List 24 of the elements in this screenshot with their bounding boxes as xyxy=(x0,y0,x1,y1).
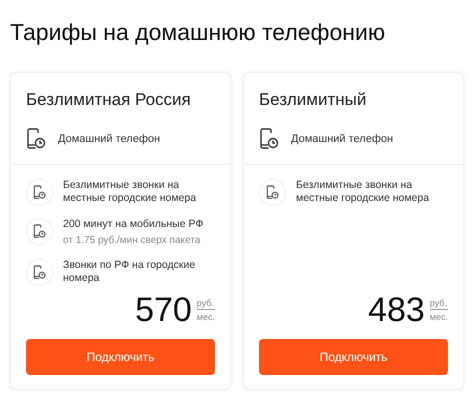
currency-label: руб. xyxy=(430,296,447,309)
price: 570 xyxy=(135,292,192,327)
page-title: Тарифы на домашнюю телефонию xyxy=(10,18,386,47)
phone-clock-icon xyxy=(266,185,279,200)
period-label: мес. xyxy=(196,308,215,323)
feature-text: Звонки по РФ на городские номера xyxy=(63,259,196,285)
phone-clock-icon xyxy=(26,128,46,150)
service-label: Домашний телефон xyxy=(291,132,394,147)
feature-note: от 1.75 руб./мин сверх пакета xyxy=(63,234,202,247)
phone-clock-icon xyxy=(259,128,279,150)
phone-clock-icon xyxy=(33,185,46,200)
plan-name: Безлимитный xyxy=(259,88,368,110)
service-label: Домашний телефон xyxy=(58,132,160,147)
connect-button[interactable]: Подключить xyxy=(26,338,215,375)
price: 483 xyxy=(368,292,425,327)
phone-clock-icon xyxy=(33,265,46,280)
plan-name: Безлимитная Россия xyxy=(26,88,192,110)
feature-text: Безлимитные звонки на местные городские номера xyxy=(63,179,198,205)
period-label: мес. xyxy=(430,308,448,323)
phone-clock-icon xyxy=(33,224,46,239)
currency-label: руб. xyxy=(196,296,214,309)
connect-button[interactable]: Подключить xyxy=(259,338,448,375)
feature-text: 200 минут на мобильные РФ xyxy=(63,218,204,231)
feature-text: Безлимитные звонки на местные городские номера xyxy=(296,179,430,205)
